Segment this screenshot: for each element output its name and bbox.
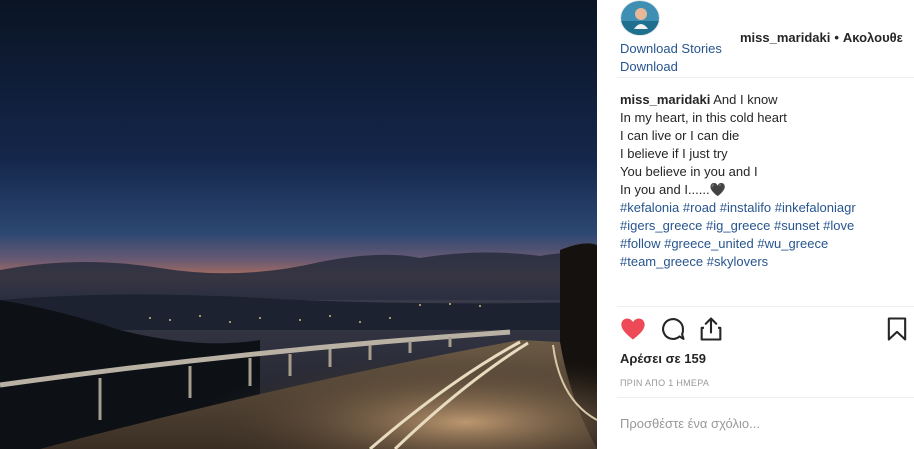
night-road-image: [0, 0, 597, 449]
caption-text: And I know: [713, 92, 778, 107]
username[interactable]: miss_maridaki: [740, 30, 830, 45]
post-caption: miss_maridaki And I know In my heart, in…: [620, 91, 910, 271]
post-timestamp[interactable]: ΠΡΙΝ ΑΠΟ 1 ΗΜΕΡΑ: [620, 378, 709, 388]
hashtag-link[interactable]: #ig_greece: [706, 218, 770, 233]
hashtag-link[interactable]: #kefalonia: [620, 200, 679, 215]
caption-line: You believe in you and I: [620, 164, 758, 179]
hashtag-link[interactable]: #sunset: [774, 218, 820, 233]
comment-input[interactable]: [620, 412, 900, 434]
divider: [617, 306, 914, 307]
caption-line: I believe if I just try: [620, 146, 728, 161]
comment-button[interactable]: [659, 315, 689, 345]
post-photo[interactable]: [0, 0, 597, 449]
hashtag-link[interactable]: #igers_greece: [620, 218, 702, 233]
post-side-panel: Download Stories Download miss_maridaki •…: [597, 0, 914, 449]
like-button[interactable]: [619, 315, 649, 345]
hashtag-link[interactable]: #inkefaloniagr: [775, 200, 856, 215]
separator-dot: •: [834, 30, 839, 45]
heart-icon: [621, 318, 645, 340]
likes-count[interactable]: Αρέσει σε 159: [620, 351, 706, 366]
divider: [617, 77, 914, 78]
hashtag-link[interactable]: #follow: [620, 236, 660, 251]
hashtag-link[interactable]: #love: [823, 218, 854, 233]
bookmark-icon: [887, 317, 907, 341]
caption-line: In you and I......🖤: [620, 182, 726, 197]
hashtag-link[interactable]: #team_greece: [620, 254, 703, 269]
username-follow-row: miss_maridaki • Ακολουθε: [740, 30, 903, 45]
avatar[interactable]: [620, 0, 660, 36]
hashtag-link[interactable]: #instalifo: [720, 200, 771, 215]
save-button[interactable]: [883, 315, 913, 345]
follow-button[interactable]: Ακολουθε: [843, 30, 903, 45]
download-link[interactable]: Download: [620, 59, 678, 74]
hashtag-line: #kefalonia #road #instalifo #inkefalonia…: [620, 199, 910, 217]
hashtag-line: #team_greece #skylovers: [620, 253, 910, 271]
hashtag-link[interactable]: #skylovers: [707, 254, 768, 269]
download-stories-link[interactable]: Download Stories: [620, 41, 722, 56]
hashtag-link[interactable]: #road: [683, 200, 716, 215]
hashtag-link[interactable]: #wu_greece: [757, 236, 828, 251]
share-button[interactable]: [697, 315, 727, 345]
divider: [617, 397, 914, 398]
post-header: Download Stories Download miss_maridaki •…: [597, 0, 914, 78]
caption-username[interactable]: miss_maridaki: [620, 92, 710, 107]
post-actions: [597, 315, 914, 349]
caption-line: In my heart, in this cold heart: [620, 110, 787, 125]
share-icon: [700, 317, 722, 341]
caption-line: miss_maridaki And I know: [620, 91, 910, 109]
hashtag-link[interactable]: #greece_united: [664, 236, 754, 251]
caption-line: I can live or I can die: [620, 128, 740, 143]
comment-icon: [662, 318, 685, 340]
hashtag-line: #follow #greece_united #wu_greece: [620, 235, 910, 253]
hashtag-line: #igers_greece #ig_greece #sunset #love: [620, 217, 910, 235]
